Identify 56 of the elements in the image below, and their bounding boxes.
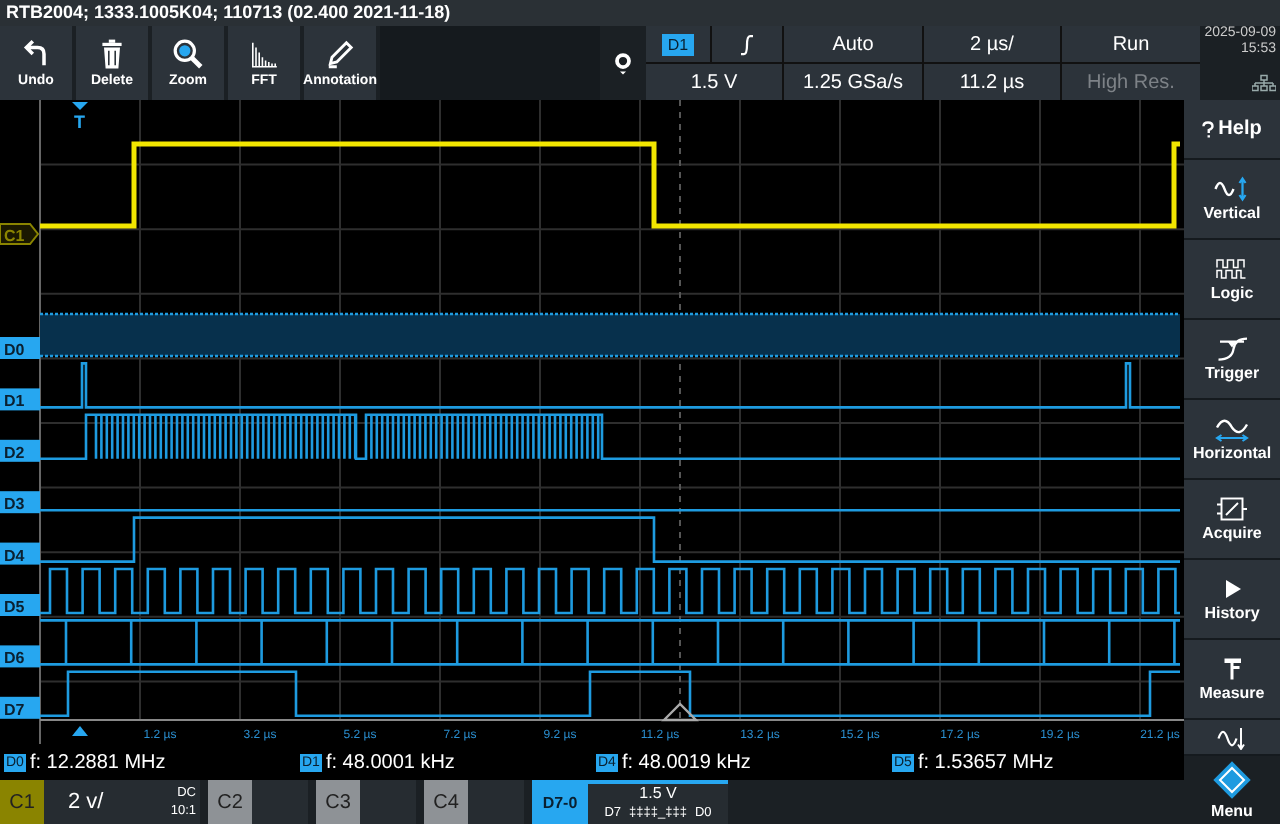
trigger-level[interactable]: 1.5 V <box>646 64 782 100</box>
channel-button[interactable]: C3 <box>316 780 360 824</box>
position-marker-icon <box>72 726 88 736</box>
sine-horizontal-arrow-icon <box>1214 416 1250 442</box>
acquire-icon <box>1214 496 1250 522</box>
sidebar-button[interactable]: Horizontal <box>1184 400 1280 480</box>
trigger-slope[interactable] <box>712 26 782 62</box>
rising-edge-icon <box>738 33 756 55</box>
measurement-value: f: 1.53657 MHz <box>917 751 1054 773</box>
spectrum-icon <box>248 38 280 70</box>
sine-arrow-icon <box>1214 176 1250 202</box>
sidebar-button[interactable] <box>1184 720 1280 756</box>
sample-rate[interactable]: 1.25 GSa/s <box>784 64 922 100</box>
window-title: RTB2004; 1333.1005K04; 110713 (02.400 2021-11-18) <box>0 0 1280 26</box>
sidebar-button[interactable]: Trigger <box>1184 320 1280 400</box>
logo-icon <box>1212 760 1252 800</box>
measurement-value: f: 12.2881 MHz <box>29 751 166 773</box>
trigger-source[interactable]: D1 <box>646 26 710 62</box>
horizontal-position[interactable]: 11.2 µs <box>924 64 1060 100</box>
channel-marker[interactable]: D2 <box>0 439 40 462</box>
channel-marker[interactable]: D5 <box>0 594 40 616</box>
run-status[interactable]: Run <box>1062 26 1200 62</box>
channel-button[interactable]: C4 <box>424 780 468 824</box>
channel-marker[interactable]: C1 <box>0 223 40 245</box>
help-icon <box>1202 119 1215 139</box>
channel-marker[interactable]: D1 <box>0 388 40 411</box>
trash-icon <box>96 38 128 70</box>
channel-button[interactable]: C1 <box>0 780 44 824</box>
zoom-icon <box>172 38 204 70</box>
measurement-value: f: 48.0019 kHz <box>621 751 751 773</box>
sidebar-button[interactable]: Measure <box>1184 640 1280 720</box>
channel-marker[interactable]: D6 <box>0 645 40 668</box>
sidebar-button[interactable]: Help <box>1184 100 1280 160</box>
measurement-value: f: 48.0001 kHz <box>325 751 455 773</box>
vertical-scale: 2 v/ <box>68 790 104 814</box>
channel-button[interactable]: C2 <box>208 780 252 824</box>
channel-marker[interactable]: D0 <box>0 337 40 359</box>
trigger-position-icon <box>661 702 699 722</box>
sidebar-button[interactable]: Vertical <box>1184 160 1280 240</box>
channel-marker[interactable]: D4 <box>0 542 40 565</box>
timebase-scale[interactable]: 2 µs/ <box>924 26 1060 62</box>
channel-marker[interactable]: D3 <box>0 491 40 514</box>
pulse-train-icon <box>1214 256 1250 282</box>
channel-marker[interactable]: D7 <box>0 696 40 719</box>
settings-icon <box>614 49 632 77</box>
sidebar-button[interactable]: History <box>1184 560 1280 640</box>
trigger-edge-icon <box>1214 336 1250 362</box>
channel-button[interactable]: D7-0 <box>532 780 588 824</box>
sidebar-button[interactable]: Acquire <box>1184 480 1280 560</box>
waveform-arrow-icon <box>1214 724 1250 750</box>
undo-arrow-icon <box>20 38 52 70</box>
network-icon <box>1252 74 1276 92</box>
trigger-mode[interactable]: Auto <box>784 26 922 62</box>
threshold-text: 1.5 V <box>639 784 677 804</box>
sidebar-button[interactable]: Logic <box>1184 240 1280 320</box>
pencil-icon <box>324 38 356 70</box>
